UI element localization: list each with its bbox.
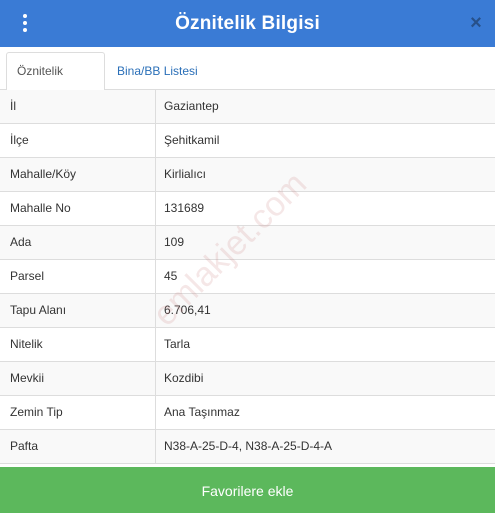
menu-dot	[23, 21, 27, 25]
attribute-value: Kirlialıcı	[164, 167, 207, 181]
attribute-key: Mahalle/Köy	[0, 158, 156, 191]
menu-dot	[23, 14, 27, 18]
kebab-menu-icon[interactable]	[14, 12, 36, 34]
attribute-key: Nitelik	[0, 328, 156, 361]
menu-dot	[23, 28, 27, 32]
table-row: Mevkii Kozdibi	[0, 362, 495, 396]
attribute-value: 45	[164, 269, 178, 283]
attribute-key: Ada	[0, 226, 156, 259]
close-icon[interactable]: ×	[466, 12, 486, 34]
table-row: Ada 109	[0, 226, 495, 260]
add-to-favorites-button[interactable]: Favorilere ekle	[0, 467, 495, 513]
attribute-value: Gaziantep	[164, 99, 219, 113]
table-row: Mahalle/Köy Kirlialıcı	[0, 158, 495, 192]
attribute-key: Parsel	[0, 260, 156, 293]
attribute-value: Tarla	[164, 337, 191, 351]
attribute-key: Mevkii	[0, 362, 156, 395]
attribute-value: 6.706,41	[164, 303, 211, 317]
dialog-header: Öznitelik Bilgisi ×	[0, 0, 495, 47]
tab-attribute-info[interactable]: Öznitelik Bilgisi	[6, 52, 105, 114]
dialog-title: Öznitelik Bilgisi	[175, 12, 320, 34]
table-row: İl Gaziantep	[0, 90, 495, 124]
attribute-value: Şehitkamil	[164, 133, 220, 147]
table-row: İlçe Şehitkamil	[0, 124, 495, 158]
table-row: Tapu Alanı 6.706,41	[0, 294, 495, 328]
attribute-value: Kozdibi	[164, 371, 204, 385]
attribute-key: İl	[0, 90, 156, 123]
attribute-value: Ana Taşınmaz	[164, 405, 240, 419]
attribute-key: Mahalle No	[0, 192, 156, 225]
tab-bar: Öznitelik Bilgisi Bina/BB Listesi	[0, 47, 495, 114]
attribute-key: Zemin Tip	[0, 396, 156, 429]
tab-building-list[interactable]: Bina/BB Listesi	[106, 52, 209, 90]
attribute-key: İlçe	[0, 124, 156, 157]
attribute-key: Tapu Alanı	[0, 294, 156, 327]
table-row: Nitelik Tarla	[0, 328, 495, 362]
attribute-value: 131689	[164, 201, 205, 215]
attribute-value: 109	[164, 235, 185, 249]
attribute-value: N38-A-25-D-4, N38-A-25-D-4-A	[164, 439, 333, 453]
table-row: Mahalle No 131689	[0, 192, 495, 226]
table-row: Parsel 45	[0, 260, 495, 294]
table-row: Zemin Tip Ana Taşınmaz	[0, 396, 495, 430]
attribute-table: İl Gaziantep İlçe Şehitkamil Mahalle/Köy…	[0, 90, 495, 464]
table-row: Pafta N38-A-25-D-4, N38-A-25-D-4-A	[0, 430, 495, 464]
attribute-key: Pafta	[0, 430, 156, 463]
